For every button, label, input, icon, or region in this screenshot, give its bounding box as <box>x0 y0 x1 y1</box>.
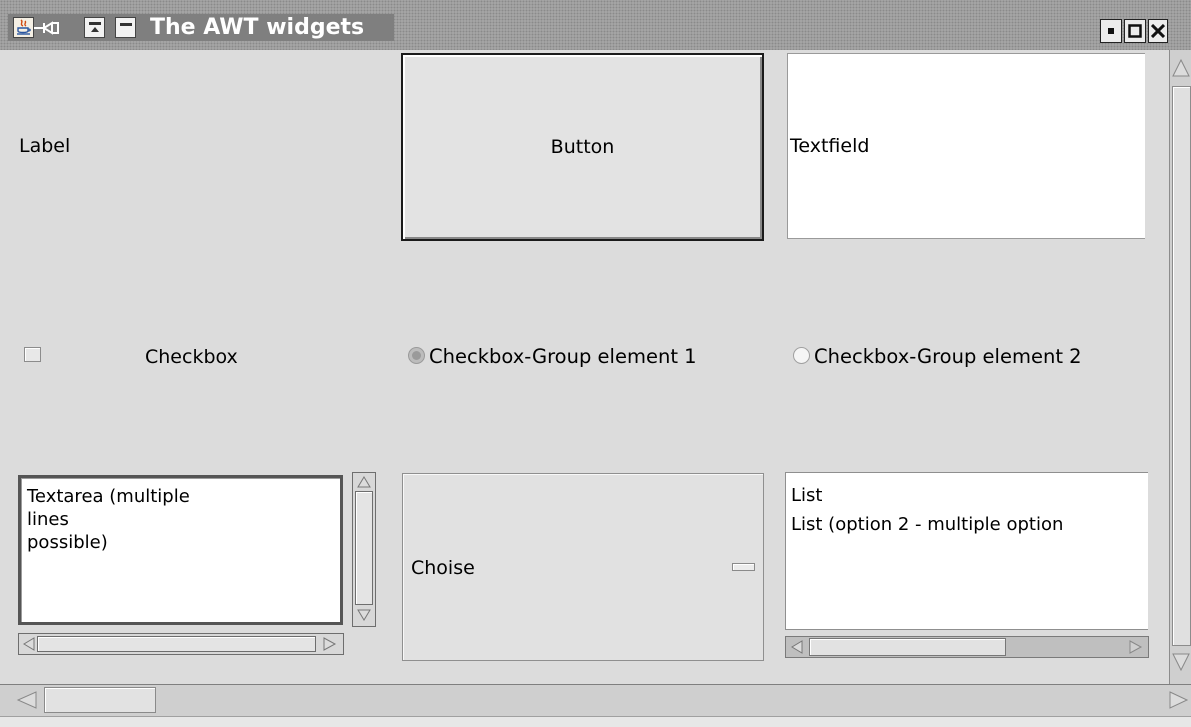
iconify-icon[interactable] <box>1100 19 1122 43</box>
window-scroll-left-arrow-icon[interactable] <box>12 687 42 713</box>
scroll-down-arrow-icon[interactable] <box>354 606 374 624</box>
awt-button[interactable]: Button <box>401 53 764 241</box>
java-app-icon[interactable] <box>13 17 34 38</box>
window-scroll-right-arrow-icon[interactable] <box>1165 687 1191 713</box>
window-horizontal-scroll-thumb[interactable] <box>44 687 156 713</box>
minimize-icon[interactable] <box>115 17 136 38</box>
maximize-icon[interactable] <box>1124 19 1146 43</box>
list[interactable]: List List (option 2 - multiple option <box>785 472 1148 630</box>
window-scroll-down-arrow-icon[interactable] <box>1171 646 1191 678</box>
label: Label <box>19 135 71 157</box>
window-bottom-edge <box>0 716 1191 727</box>
scroll-up-arrow-icon[interactable] <box>354 474 374 490</box>
radio-group-element-2-label[interactable]: Checkbox-Group element 2 <box>814 344 1082 370</box>
window-controls <box>1097 19 1191 44</box>
textarea-horizontal-scroll-thumb[interactable] <box>37 636 316 652</box>
checkbox[interactable] <box>24 347 41 362</box>
radio-group-element-2[interactable] <box>793 347 810 364</box>
list-item[interactable]: List (option 2 - multiple option <box>791 510 1143 539</box>
checkbox-label[interactable]: Checkbox <box>145 344 238 370</box>
choice-indicator-icon[interactable] <box>732 563 755 571</box>
window-scroll-up-arrow-icon[interactable] <box>1171 52 1191 84</box>
list-item[interactable]: List <box>791 481 1143 510</box>
list-scroll-right-arrow-icon[interactable] <box>1124 638 1146 656</box>
list-scroll-left-arrow-icon[interactable] <box>787 638 807 656</box>
pin-icon[interactable] <box>34 18 60 38</box>
textarea[interactable]: Textarea (multiple lines possible) <box>18 475 343 625</box>
list-horizontal-scroll-thumb[interactable] <box>809 638 1006 656</box>
radio-group-element-1[interactable] <box>408 347 425 364</box>
close-icon[interactable] <box>1148 19 1168 43</box>
choice-selected-value[interactable]: Choise <box>411 555 475 581</box>
scroll-right-arrow-icon[interactable] <box>318 635 340 653</box>
radio-group-element-1-label[interactable]: Checkbox-Group element 1 <box>429 344 697 370</box>
textarea-vertical-scroll-thumb[interactable] <box>355 491 373 605</box>
window-vertical-scroll-thumb[interactable] <box>1172 86 1191 646</box>
scroll-left-arrow-icon[interactable] <box>20 635 37 653</box>
window-title: The AWT widgets <box>150 15 365 40</box>
textfield[interactable]: Textfield <box>787 53 1145 239</box>
shade-up-icon[interactable] <box>84 17 105 38</box>
